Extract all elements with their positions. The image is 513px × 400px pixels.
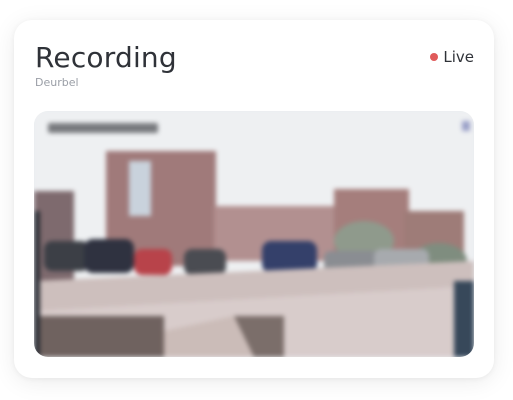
live-status: Live [430, 48, 474, 66]
live-dot-icon [430, 53, 439, 61]
card-title: Recording [35, 41, 177, 74]
camera-feed-image [34, 111, 474, 357]
page: Recording Deurbel Live [0, 0, 513, 400]
camera-name: Deurbel [35, 76, 79, 89]
camera-feed[interactable] [34, 111, 474, 357]
recording-card: Recording Deurbel Live [14, 20, 494, 378]
live-label: Live [443, 48, 474, 66]
